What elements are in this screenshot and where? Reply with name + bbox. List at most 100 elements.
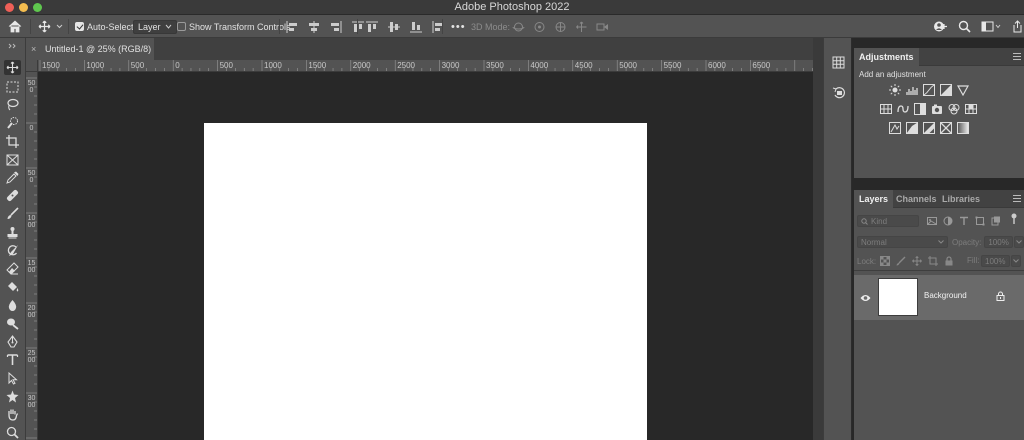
distribute-top-icon[interactable]	[366, 21, 378, 33]
blend-mode-dropdown[interactable]: Normal	[857, 236, 948, 248]
hue-saturation-icon[interactable]	[895, 102, 910, 115]
share-people-icon[interactable]	[934, 20, 948, 33]
distribute-vertical-centers-icon[interactable]	[388, 21, 400, 33]
chevron-down-icon	[938, 240, 944, 244]
healing-brush-tool[interactable]	[4, 188, 21, 203]
align-top-edges-icon[interactable]	[352, 21, 364, 33]
hand-tool[interactable]	[4, 407, 21, 422]
path-selection-tool[interactable]	[4, 371, 21, 386]
pan-3d-icon[interactable]	[554, 21, 567, 33]
filter-shape-icon[interactable]	[975, 216, 985, 226]
auto-select-checkbox[interactable]	[75, 22, 84, 31]
search-icon[interactable]	[958, 20, 971, 33]
lock-position-icon[interactable]	[912, 256, 922, 266]
lock-artboard-icon[interactable]	[928, 256, 939, 266]
filter-type-icon[interactable]	[959, 216, 969, 226]
layer-visibility-eye-icon[interactable]	[860, 293, 871, 305]
black-white-icon[interactable]	[929, 102, 944, 115]
move-tool[interactable]	[4, 60, 21, 75]
auto-select-target-dropdown[interactable]: Layer	[133, 15, 177, 38]
frame-tool[interactable]	[4, 152, 21, 167]
align-left-edges-icon[interactable]	[286, 20, 298, 33]
paint-bucket-tool[interactable]	[4, 279, 21, 294]
opacity-slider-toggle[interactable]	[1014, 236, 1024, 248]
vertical-ruler[interactable]: 5000500100015002000250030003	[26, 72, 38, 440]
layer-kind-filter[interactable]: Kind	[857, 215, 919, 227]
tab-layers[interactable]: Layers	[854, 190, 894, 208]
filter-smart-object-icon[interactable]	[991, 216, 1001, 226]
opacity-field[interactable]: 100%	[984, 236, 1014, 248]
lock-transparent-pixels-icon[interactable]	[880, 256, 891, 266]
roll-3d-icon[interactable]	[533, 21, 546, 33]
threshold-icon[interactable]	[921, 121, 936, 134]
canvas-area[interactable]	[39, 72, 823, 440]
tab-adjustments[interactable]: Adjustments	[854, 48, 919, 66]
share-export-icon[interactable]	[1011, 20, 1024, 33]
crop-tool[interactable]	[4, 134, 21, 149]
selective-color-icon[interactable]	[938, 121, 953, 134]
tool-preset-picker[interactable]	[38, 15, 64, 38]
exposure-icon[interactable]	[938, 83, 953, 96]
channel-mixer-icon[interactable]	[963, 102, 978, 115]
filter-adjustment-icon[interactable]	[943, 216, 953, 226]
eyedropper-tool[interactable]	[4, 170, 21, 185]
invert-icon[interactable]	[887, 121, 902, 134]
tab-libraries[interactable]: Libraries	[937, 190, 985, 208]
history-icon	[832, 87, 845, 99]
history-panel-button[interactable]	[830, 84, 847, 101]
collapse-panel-icon[interactable]	[8, 40, 17, 52]
pen-tool[interactable]	[4, 334, 21, 349]
horizontal-ruler[interactable]: 1500 1000 500 0 500 1000 1500 2000 2500 3000 3500 4…	[38, 60, 823, 72]
scale-3d-icon[interactable]	[596, 21, 609, 33]
adjustments-panel-menu-icon[interactable]	[1013, 53, 1021, 60]
lock-all-icon[interactable]	[944, 256, 954, 266]
dodge-tool[interactable]	[4, 316, 21, 331]
filter-pixel-icon[interactable]	[927, 216, 937, 226]
gradient-map-triangle-icon[interactable]	[955, 83, 970, 96]
layer-row-background[interactable]: Background	[854, 275, 1024, 320]
home-button[interactable]	[8, 15, 22, 38]
auto-select-toggle[interactable]: Auto-Select:	[75, 15, 136, 38]
workspace-switcher-icon[interactable]	[981, 20, 1001, 33]
align-horizontal-centers-icon[interactable]	[308, 20, 320, 33]
more-options-button[interactable]: •••	[451, 15, 466, 38]
fill-slider-toggle[interactable]	[1011, 255, 1021, 267]
color-balance-icon[interactable]	[912, 102, 927, 115]
type-tool[interactable]	[4, 352, 21, 367]
document-tab[interactable]: × Untitled-1 @ 25% (RGB/8)	[26, 38, 154, 60]
photo-filter-icon[interactable]	[946, 102, 961, 115]
fill-field[interactable]: 100%	[981, 255, 1010, 267]
brush-tool[interactable]	[4, 206, 21, 221]
marquee-tool[interactable]	[4, 79, 21, 94]
history-brush-tool[interactable]	[4, 243, 21, 258]
shape-tool[interactable]	[4, 389, 21, 404]
options-bar-right-controls	[934, 15, 1024, 38]
levels-icon[interactable]	[904, 83, 919, 96]
layers-panel-menu-icon[interactable]	[1013, 195, 1021, 202]
show-transform-controls-checkbox[interactable]	[177, 22, 186, 31]
align-right-edges-icon[interactable]	[330, 20, 342, 33]
gradient-map-icon[interactable]	[955, 121, 970, 134]
lasso-tool[interactable]	[4, 97, 21, 112]
eraser-tool[interactable]	[4, 261, 21, 276]
slide-3d-icon[interactable]	[575, 21, 588, 33]
vibrance-icon[interactable]	[878, 102, 893, 115]
show-transform-controls-toggle[interactable]: Show Transform Controls	[177, 15, 291, 38]
close-document-button[interactable]: ×	[31, 44, 39, 54]
zoom-tool[interactable]	[4, 425, 21, 440]
ruler-origin[interactable]	[26, 60, 38, 72]
lock-image-pixels-icon[interactable]	[896, 256, 906, 266]
filter-toggle-icon[interactable]	[1011, 213, 1017, 227]
distribute-bottom-icon[interactable]	[410, 21, 422, 33]
posterize-icon[interactable]	[904, 121, 919, 134]
orbit-3d-icon[interactable]	[512, 21, 525, 33]
quick-selection-tool[interactable]	[4, 115, 21, 130]
lock-buttons	[880, 256, 954, 266]
clone-stamp-tool[interactable]	[4, 225, 21, 240]
swatches-panel-button[interactable]	[830, 54, 847, 71]
curves-icon[interactable]	[921, 83, 936, 96]
blur-tool[interactable]	[4, 298, 21, 313]
document-canvas[interactable]	[204, 123, 647, 440]
tab-channels[interactable]: Channels	[891, 190, 942, 208]
brightness-contrast-icon[interactable]	[887, 83, 902, 96]
